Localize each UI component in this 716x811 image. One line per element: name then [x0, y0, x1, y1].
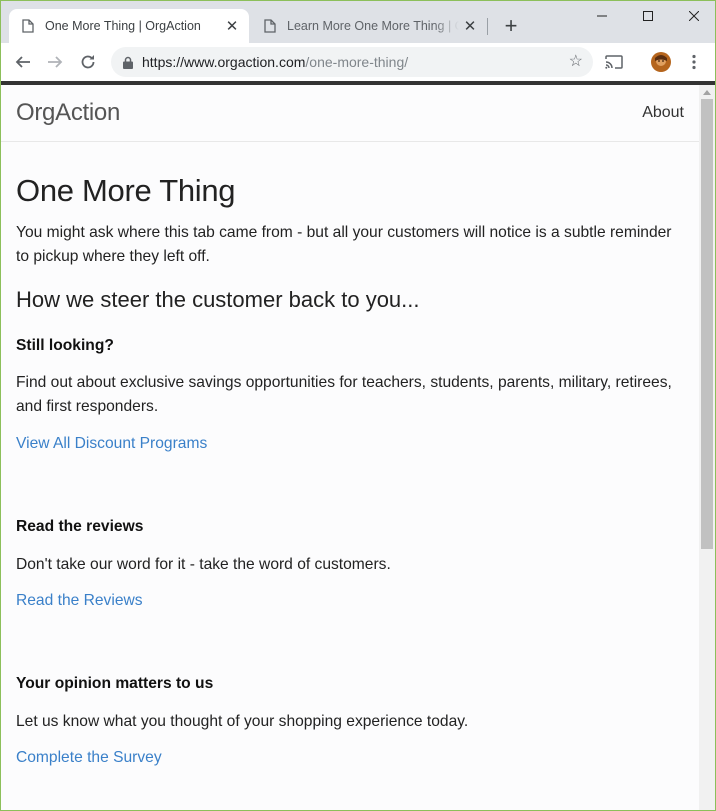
nav-about-link[interactable]: About	[642, 104, 684, 122]
bookmark-star-icon[interactable]: ☆	[569, 53, 583, 71]
avatar-icon	[651, 52, 671, 72]
minimize-button[interactable]	[579, 1, 625, 31]
close-window-button[interactable]	[671, 1, 715, 31]
section-reviews: Read the reviews Don't take our word for…	[16, 518, 684, 610]
browser-window: One More Thing | OrgAction ✕ Learn More …	[0, 0, 716, 811]
section-text: Find out about exclusive savings opportu…	[16, 374, 672, 415]
section-heading: Read the reviews	[16, 518, 144, 535]
site-brand[interactable]: OrgAction	[16, 99, 120, 127]
page-viewport: OrgAction About One More Thing You might…	[1, 85, 699, 810]
scroll-up-arrow-icon[interactable]	[703, 90, 711, 95]
section-text: Don't take our word for it - take the wo…	[16, 556, 391, 573]
lock-icon	[123, 56, 133, 69]
browser-toolbar: https://www.orgaction.com/one-more-thing…	[1, 43, 715, 81]
profile-avatar[interactable]	[648, 49, 674, 75]
cast-button[interactable]	[601, 49, 627, 75]
back-arrow-icon	[15, 56, 30, 68]
main-content: One More Thing You might ask where this …	[1, 173, 699, 767]
maximize-button[interactable]	[625, 1, 671, 31]
intro-text: You might ask where this tab came from -…	[16, 224, 672, 265]
complete-survey-link[interactable]: Complete the Survey	[16, 749, 162, 767]
section-heading: Your opinion matters to us	[16, 675, 214, 692]
new-tab-button[interactable]: +	[499, 15, 523, 39]
vertical-scrollbar[interactable]	[699, 85, 715, 810]
url-path: /one-more-thing/	[305, 54, 409, 70]
page-title: One More Thing	[16, 173, 236, 208]
discount-programs-link[interactable]: View All Discount Programs	[16, 435, 207, 453]
tab-strip: One More Thing | OrgAction ✕ Learn More …	[1, 1, 715, 43]
reload-icon	[81, 55, 95, 69]
reload-button[interactable]	[75, 49, 101, 75]
cast-icon	[605, 55, 623, 69]
address-bar[interactable]: https://www.orgaction.com/one-more-thing…	[111, 47, 593, 77]
read-reviews-link[interactable]: Read the Reviews	[16, 592, 143, 610]
tab-divider	[487, 18, 488, 35]
back-button[interactable]	[10, 49, 36, 75]
forward-arrow-icon	[48, 56, 63, 68]
page-icon	[264, 19, 276, 33]
tab-learn-more[interactable]: Learn More One More Thing | OrgAction ✕	[251, 9, 487, 43]
close-tab-icon[interactable]: ✕	[221, 15, 243, 37]
page-icon	[22, 19, 34, 33]
url-host: https://www.orgaction.com	[142, 54, 306, 70]
tab-one-more-thing[interactable]: One More Thing | OrgAction ✕	[9, 9, 249, 43]
scrollbar-thumb[interactable]	[701, 99, 713, 549]
tab-title: One More Thing | OrgAction	[45, 19, 201, 33]
section-text: Let us know what you thought of your sho…	[16, 713, 469, 730]
site-navbar: OrgAction About	[1, 85, 699, 142]
section-still-looking: Still looking? Find out about exclusive …	[16, 337, 684, 453]
section-heading: Still looking?	[16, 337, 114, 354]
close-tab-icon[interactable]: ✕	[459, 15, 481, 37]
forward-button[interactable]	[42, 49, 68, 75]
tab-title: Learn More One More Thing | OrgAction	[287, 19, 459, 33]
menu-button[interactable]	[681, 49, 707, 75]
section-subtitle: How we steer the customer back to you...	[16, 287, 420, 312]
kebab-menu-icon	[692, 54, 696, 70]
section-opinion: Your opinion matters to us Let us know w…	[16, 675, 684, 767]
